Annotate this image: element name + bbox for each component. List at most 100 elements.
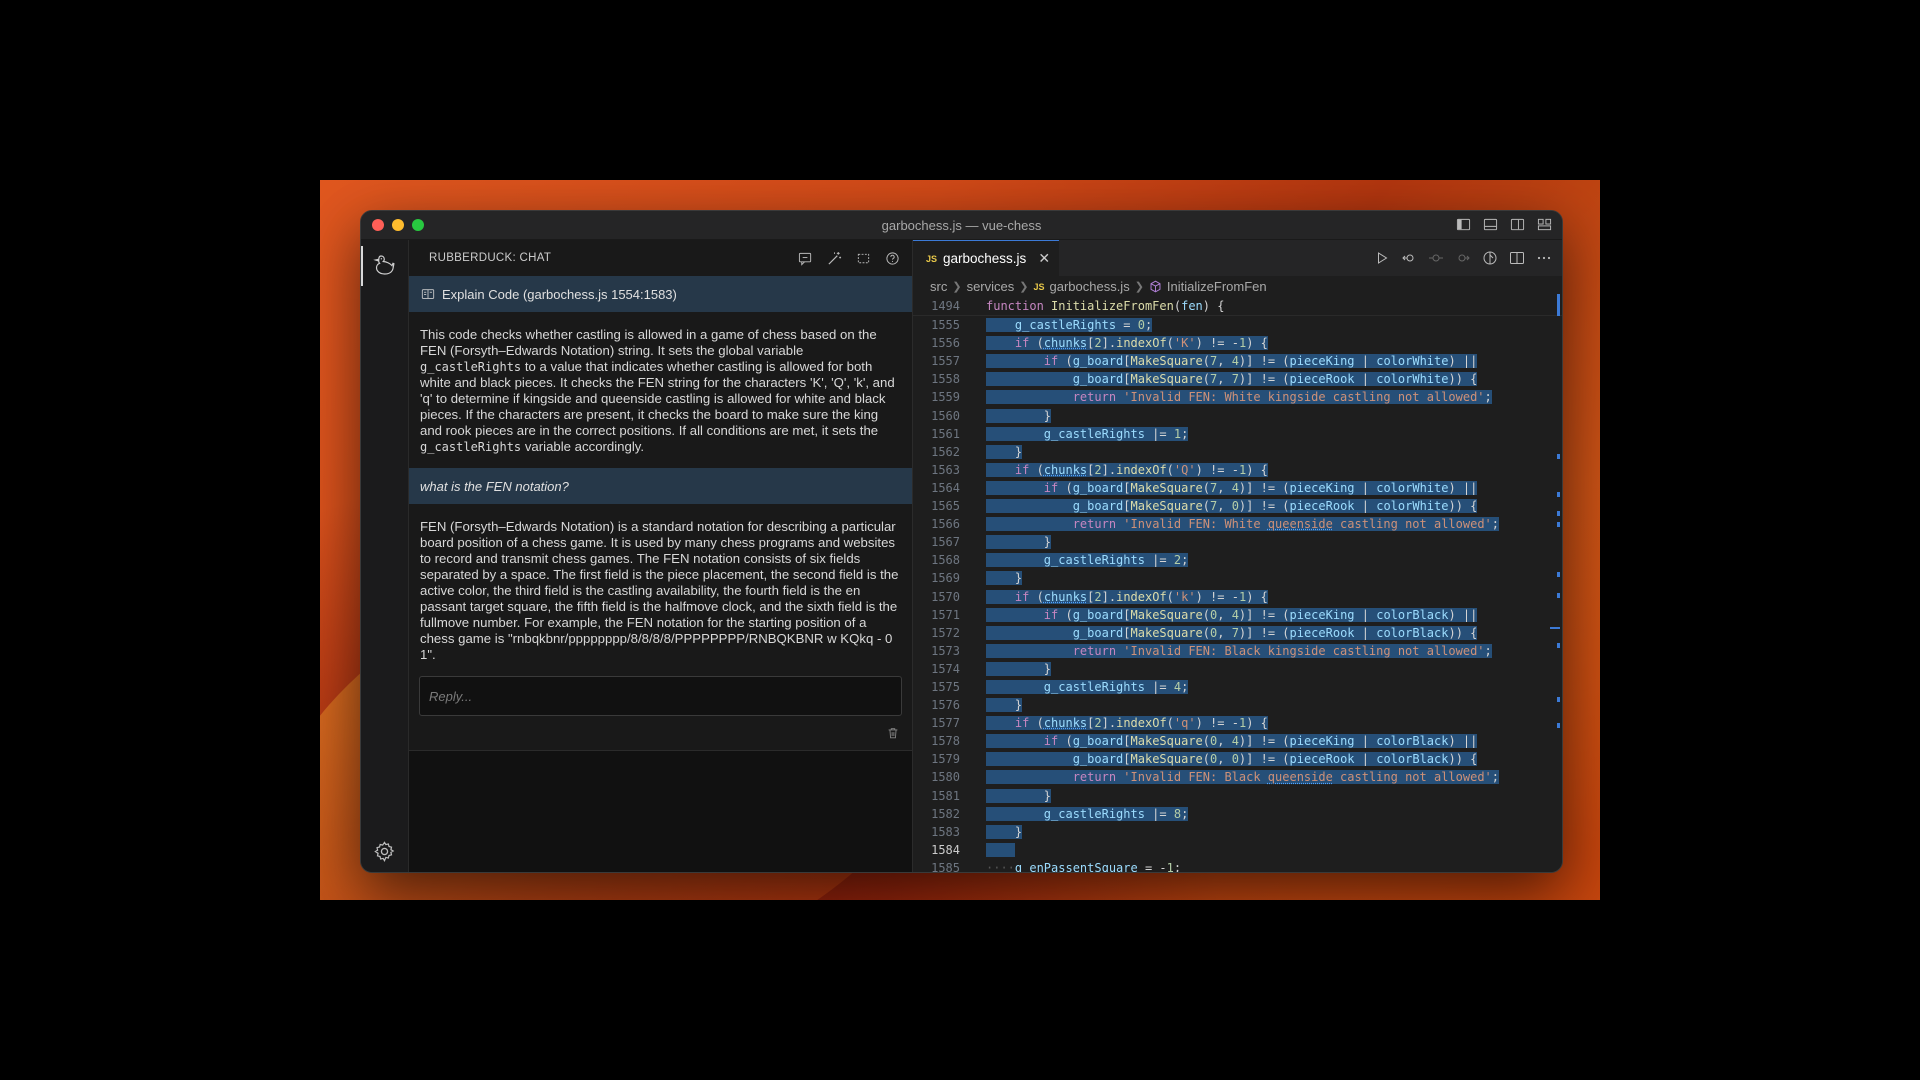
more-actions-icon[interactable] xyxy=(1536,250,1552,266)
line-content: g_board[MakeSquare(0, 0)] != (pieceRook … xyxy=(960,750,1478,768)
line-content: return 'Invalid FEN: Black queenside cas… xyxy=(960,768,1500,786)
split-editor-icon[interactable] xyxy=(1509,250,1525,266)
line-content: ····g_enPassentSquare = -1; xyxy=(986,860,1182,873)
breadcrumb-src[interactable]: src xyxy=(930,279,947,294)
code-line[interactable]: 1561 g_castleRights |= 1; xyxy=(913,425,1562,443)
line-number: 1570 xyxy=(931,589,960,604)
line-content: if (chunks[2].indexOf('k') != -1) { xyxy=(960,588,1268,606)
close-tab-icon[interactable]: ✕ xyxy=(1038,250,1050,267)
next-change-icon[interactable] xyxy=(1455,250,1471,266)
code-line[interactable]: 1567 } xyxy=(913,533,1562,551)
line-content: g_board[MakeSquare(7, 0)] != (pieceRook … xyxy=(960,497,1478,515)
code-line[interactable]: 1557 if (g_board[MakeSquare(7, 4)] != (p… xyxy=(913,352,1562,370)
minimize-window-button[interactable] xyxy=(392,219,404,231)
code-line[interactable]: 1558 g_board[MakeSquare(7, 7)] != (piece… xyxy=(913,370,1562,388)
chat-answer-fen: FEN (Forsyth–Edwards Notation) is a stan… xyxy=(420,519,899,662)
open-changes-icon[interactable] xyxy=(1401,250,1417,266)
code-line[interactable]: 1566 return 'Invalid FEN: White queensid… xyxy=(913,515,1562,533)
js-file-icon: JS xyxy=(1033,281,1045,292)
breadcrumb-services[interactable]: services xyxy=(967,279,1015,294)
line-number: 1556 xyxy=(931,336,960,351)
line-number: 1576 xyxy=(931,698,960,713)
toggle-primary-sidebar-icon[interactable] xyxy=(1456,217,1471,232)
line-number: 1564 xyxy=(931,480,960,495)
delete-conversation-icon[interactable] xyxy=(886,726,900,740)
code-line[interactable]: 1555 g_castleRights = 0; xyxy=(913,316,1562,334)
breadcrumb-file[interactable]: garbochess.js xyxy=(1049,279,1129,294)
chevron-right-icon: ❯ xyxy=(1134,281,1144,293)
customize-layout-icon[interactable] xyxy=(1537,217,1552,232)
line-number: 1557 xyxy=(931,354,960,369)
code-line[interactable]: 1575 g_castleRights |= 4; xyxy=(913,678,1562,696)
code-line[interactable]: 1581 } xyxy=(913,787,1562,805)
book-icon xyxy=(421,289,435,299)
editor-scrollbar[interactable] xyxy=(1548,294,1562,872)
code-line[interactable]: 1564 if (g_board[MakeSquare(7, 4)] != (p… xyxy=(913,479,1562,497)
line-content: return 'Invalid FEN: White kingside cast… xyxy=(960,388,1492,406)
close-window-button[interactable] xyxy=(372,219,384,231)
line-number: 1562 xyxy=(931,444,960,459)
inline-code: g_castleRights xyxy=(420,440,522,454)
maximize-window-button[interactable] xyxy=(412,219,424,231)
code-line[interactable]: 1582 g_castleRights |= 8; xyxy=(913,805,1562,823)
line-number: 1566 xyxy=(931,517,960,532)
line-content: g_castleRights |= 2; xyxy=(960,551,1189,569)
line-number: 1494 xyxy=(931,299,960,313)
line-number: 1555 xyxy=(931,318,960,333)
code-line[interactable]: 1577 if (chunks[2].indexOf('q') != -1) { xyxy=(913,714,1562,732)
line-number: 1567 xyxy=(931,535,960,550)
line-number: 1583 xyxy=(931,824,960,839)
code-line[interactable]: 1568 g_castleRights |= 2; xyxy=(913,551,1562,569)
reply-input[interactable] xyxy=(419,676,902,716)
line-content: g_board[MakeSquare(7, 7)] != (pieceRook … xyxy=(960,370,1478,388)
line-number: 1569 xyxy=(931,571,960,586)
line-content: if (g_board[MakeSquare(0, 4)] != (pieceK… xyxy=(960,606,1478,624)
code-line[interactable]: 1556 if (chunks[2].indexOf('K') != -1) { xyxy=(913,334,1562,352)
code-line[interactable]: 1562 } xyxy=(913,443,1562,461)
line-content: g_castleRights |= 4; xyxy=(960,678,1189,696)
line-content: } xyxy=(986,824,1023,839)
tab-garbochess[interactable]: JS garbochess.js ✕ xyxy=(913,240,1060,276)
select-code-icon[interactable] xyxy=(856,251,871,266)
toggle-secondary-sidebar-icon[interactable] xyxy=(1510,217,1525,232)
toggle-panel-icon[interactable] xyxy=(1483,217,1498,232)
code-line[interactable]: 1570 if (chunks[2].indexOf('k') != -1) { xyxy=(913,588,1562,606)
chat-empty-area xyxy=(409,751,912,872)
previous-change-icon[interactable] xyxy=(1428,250,1444,266)
explain-code-header[interactable]: Explain Code (garbochess.js 1554:1583) xyxy=(409,276,912,312)
code-line[interactable]: 1559 return 'Invalid FEN: White kingside… xyxy=(913,388,1562,406)
code-line[interactable]: 1576 } xyxy=(913,696,1562,714)
line-number: 1585 xyxy=(931,860,960,873)
line-content: if (g_board[MakeSquare(7, 4)] != (pieceK… xyxy=(960,479,1478,497)
line-content: } xyxy=(986,571,1023,586)
line-number: 1573 xyxy=(931,643,960,658)
settings-gear-icon[interactable] xyxy=(373,840,396,863)
code-line[interactable]: 1573 return 'Invalid FEN: Black kingside… xyxy=(913,642,1562,660)
timeline-icon[interactable] xyxy=(1482,250,1498,266)
start-chat-icon[interactable] xyxy=(798,251,813,266)
run-icon[interactable] xyxy=(1374,250,1390,266)
breadcrumb-symbol[interactable]: InitializeFromFen xyxy=(1167,279,1267,294)
chat-panel: RUBBERDUCK: CHAT Explain Code (garboches… xyxy=(409,240,913,872)
code-line[interactable]: 1584 xyxy=(913,841,1562,859)
code-line[interactable]: 1574 } xyxy=(913,660,1562,678)
code-line[interactable]: 1583 } xyxy=(913,823,1562,841)
rubberduck-icon[interactable] xyxy=(372,252,396,276)
line-number: 1572 xyxy=(931,625,960,640)
edit-code-wand-icon[interactable] xyxy=(827,251,842,266)
help-icon[interactable] xyxy=(885,251,900,266)
line-number: 1580 xyxy=(931,770,960,785)
code-line[interactable]: 1579 g_board[MakeSquare(0, 0)] != (piece… xyxy=(913,750,1562,768)
code-line[interactable]: 1560 } xyxy=(913,407,1562,425)
sticky-scroll-line[interactable]: 1494 function InitializeFromFen(fen) { xyxy=(913,297,1562,317)
code-line[interactable]: 1580 return 'Invalid FEN: Black queensid… xyxy=(913,768,1562,786)
code-line[interactable]: 1585 ····g_enPassentSquare = -1; xyxy=(913,859,1562,873)
code-line[interactable]: 1569 } xyxy=(913,569,1562,587)
code-line[interactable]: 1572 g_board[MakeSquare(0, 7)] != (piece… xyxy=(913,624,1562,642)
code-editor[interactable]: 1494 function InitializeFromFen(fen) {155… xyxy=(913,297,1562,873)
code-line[interactable]: 1565 g_board[MakeSquare(7, 0)] != (piece… xyxy=(913,497,1562,515)
code-line[interactable]: 1563 if (chunks[2].indexOf('Q') != -1) { xyxy=(913,461,1562,479)
line-content: g_board[MakeSquare(0, 7)] != (pieceRook … xyxy=(960,624,1478,642)
code-line[interactable]: 1571 if (g_board[MakeSquare(0, 4)] != (p… xyxy=(913,606,1562,624)
code-line[interactable]: 1578 if (g_board[MakeSquare(0, 4)] != (p… xyxy=(913,732,1562,750)
